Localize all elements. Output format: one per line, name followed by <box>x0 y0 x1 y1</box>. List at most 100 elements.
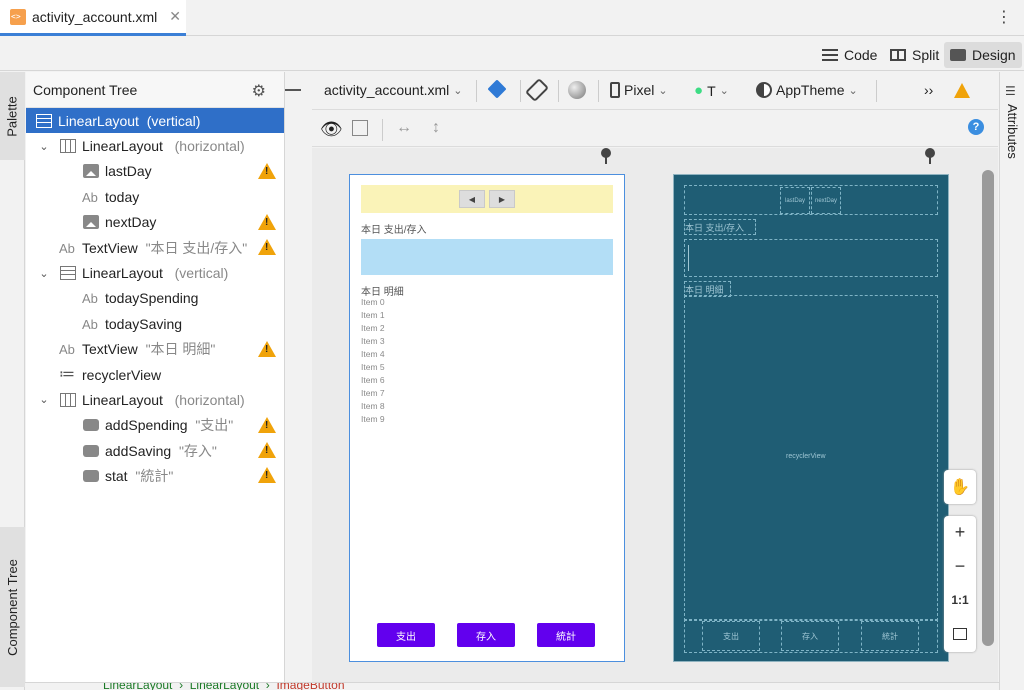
breadcrumb-item[interactable]: LinearLayout <box>190 683 259 690</box>
chevron-double-right-icon: ›› <box>924 82 934 98</box>
more-toolbar-button[interactable]: ›› <box>924 82 933 98</box>
tree-row-label: stat <box>105 468 128 485</box>
issues-button[interactable] <box>954 83 970 98</box>
view-options-button[interactable]: 👁 <box>320 119 343 140</box>
tree-row-label: TextView <box>82 341 138 358</box>
next-day-button[interactable]: ▶ <box>489 190 515 208</box>
api-level-dropdown[interactable]: ● T ⌄ <box>694 82 729 99</box>
breadcrumb-item[interactable]: ImageButton <box>276 683 344 690</box>
tree-row-label: todaySpending <box>105 290 199 307</box>
last-day-button[interactable]: ◀ <box>459 190 485 208</box>
tree-row-label: LinearLayout <box>82 138 163 155</box>
gear-icon[interactable]: ⚙ <box>252 81 266 101</box>
warning-icon[interactable] <box>258 340 276 357</box>
add-saving-button[interactable]: 存入 <box>457 623 515 647</box>
split-mode-button[interactable]: Split <box>884 42 945 68</box>
tree-row[interactable]: LinearLayout (vertical) <box>26 108 284 134</box>
vertical-layout-icon <box>36 113 52 128</box>
warning-icon[interactable] <box>258 162 276 179</box>
zoom-fit-button[interactable] <box>944 618 976 650</box>
orientation-dropdown[interactable] <box>524 77 550 103</box>
device-dropdown[interactable]: Pixel ⌄ <box>610 82 668 98</box>
help-button[interactable]: ? <box>968 119 984 135</box>
design-toolbar: activity_account.xml ⌄ Pixel ⌄ ● T ⌄ App… <box>312 72 998 110</box>
warning-icon[interactable] <box>258 416 276 433</box>
date-navigation-bar: ◀ ▶ <box>361 185 613 213</box>
tree-row-label: LinearLayout <box>82 391 163 408</box>
layout-file-dropdown[interactable]: activity_account.xml ⌄ <box>324 82 463 98</box>
today-summary-box <box>361 239 613 275</box>
list-item: Item 2 <box>361 323 385 333</box>
component-tree-tab[interactable]: Component Tree <box>0 527 25 687</box>
design-mode-button[interactable]: Design <box>944 42 1022 68</box>
theme-dropdown[interactable]: AppTheme ⌄ <box>756 82 858 98</box>
blueprint-preview[interactable]: lastDay nextDay 本日 支出/存入 本日 明細 recyclerV… <box>673 174 949 662</box>
tree-row[interactable]: Ab TextView "本日 明細" <box>26 337 284 362</box>
blueprint-button: 支出 <box>702 621 760 651</box>
code-label: Code <box>844 47 878 63</box>
tree-row[interactable]: Ab todaySpending <box>26 286 284 311</box>
expand-horizontal-button[interactable]: ↔ <box>396 119 412 137</box>
chevron-down-icon[interactable]: ⌄ <box>38 393 50 406</box>
tree-row[interactable]: Ab TextView "本日 支出/存入" <box>26 235 284 260</box>
chevron-down-icon[interactable]: ⌄ <box>38 140 50 153</box>
tree-row[interactable]: stat "統計" <box>26 463 284 488</box>
tree-row[interactable]: recyclerView <box>26 362 284 387</box>
expand-vertical-button[interactable]: ↕ <box>432 119 440 137</box>
split-label: Split <box>912 47 940 63</box>
tree-row[interactable]: nextDay <box>26 210 284 235</box>
blueprint-recycler-label: recyclerView <box>786 453 826 460</box>
tree-row-sub: "本日 明細" <box>145 341 216 358</box>
blueprint-button: 統計 <box>861 621 919 651</box>
canvas-scrollbar[interactable] <box>982 170 994 646</box>
palette-tab[interactable]: Palette <box>0 72 25 160</box>
zoom-actual-size-button[interactable]: 1:1 <box>944 584 976 616</box>
toolbar-separator <box>876 80 877 102</box>
warning-icon[interactable] <box>258 442 276 459</box>
chevron-down-icon[interactable]: ⌄ <box>38 267 50 280</box>
breadcrumb-item[interactable]: LinearLayout <box>103 683 172 690</box>
night-mode-icon <box>568 81 586 99</box>
design-surface-dropdown[interactable] <box>487 79 507 99</box>
list-item: Item 4 <box>361 349 385 359</box>
warning-icon[interactable] <box>258 467 276 484</box>
tree-row[interactable]: ⌄ LinearLayout (vertical) <box>26 260 284 285</box>
code-mode-button[interactable]: Code <box>816 42 883 68</box>
design-preview[interactable]: ◀ ▶ 本日 支出/存入 本日 明細 Item 0 Item 1 Item 2 … <box>349 174 625 662</box>
tree-row[interactable]: addSpending "支出" <box>26 413 284 438</box>
warning-icon[interactable] <box>258 238 276 255</box>
add-spending-button[interactable]: 支出 <box>377 623 435 647</box>
night-mode-dropdown[interactable] <box>568 81 586 99</box>
tree-row[interactable]: Ab todaySaving <box>26 311 284 336</box>
layout-grid-button[interactable] <box>352 120 368 136</box>
stat-button[interactable]: 統計 <box>537 623 595 647</box>
toolbar-separator <box>520 80 521 102</box>
zoom-out-button[interactable]: − <box>944 550 976 582</box>
eye-icon: 👁 <box>320 119 343 139</box>
tree-row-label: today <box>105 188 140 205</box>
warning-icon <box>954 83 970 98</box>
component-tree-header: Component Tree ⚙ <box>26 72 301 108</box>
zoom-in-button[interactable]: + <box>944 516 976 548</box>
tree-row[interactable]: ⌄ LinearLayout (horizontal) <box>26 387 284 412</box>
warning-icon[interactable] <box>258 213 276 230</box>
help-icon: ? <box>968 119 984 135</box>
tree-row-sub: "支出" <box>195 417 234 434</box>
close-tab-icon[interactable]: ✕ <box>169 8 181 25</box>
textview-icon: Ab <box>59 240 75 256</box>
tree-row[interactable]: ⌄ LinearLayout (horizontal) <box>26 133 284 158</box>
textview-icon: Ab <box>82 291 98 307</box>
fit-screen-icon <box>953 628 967 640</box>
sliders-icon: ☰ <box>1005 84 1016 98</box>
minimize-icon[interactable] <box>285 89 301 91</box>
attributes-tab[interactable]: Attributes <box>1005 104 1020 159</box>
tree-row[interactable]: Ab today <box>26 184 284 209</box>
columns-icon <box>352 120 368 136</box>
file-tab[interactable]: activity_account.xml ✕ <box>0 0 186 36</box>
theme-icon <box>756 82 772 98</box>
tree-row[interactable]: addSaving "存入" <box>26 438 284 463</box>
arrow-left-icon: ◀ <box>468 194 476 204</box>
tree-row[interactable]: lastDay <box>26 159 284 184</box>
pan-button[interactable]: ✋ <box>944 470 976 504</box>
more-options-icon[interactable]: ⋮ <box>996 10 1012 26</box>
